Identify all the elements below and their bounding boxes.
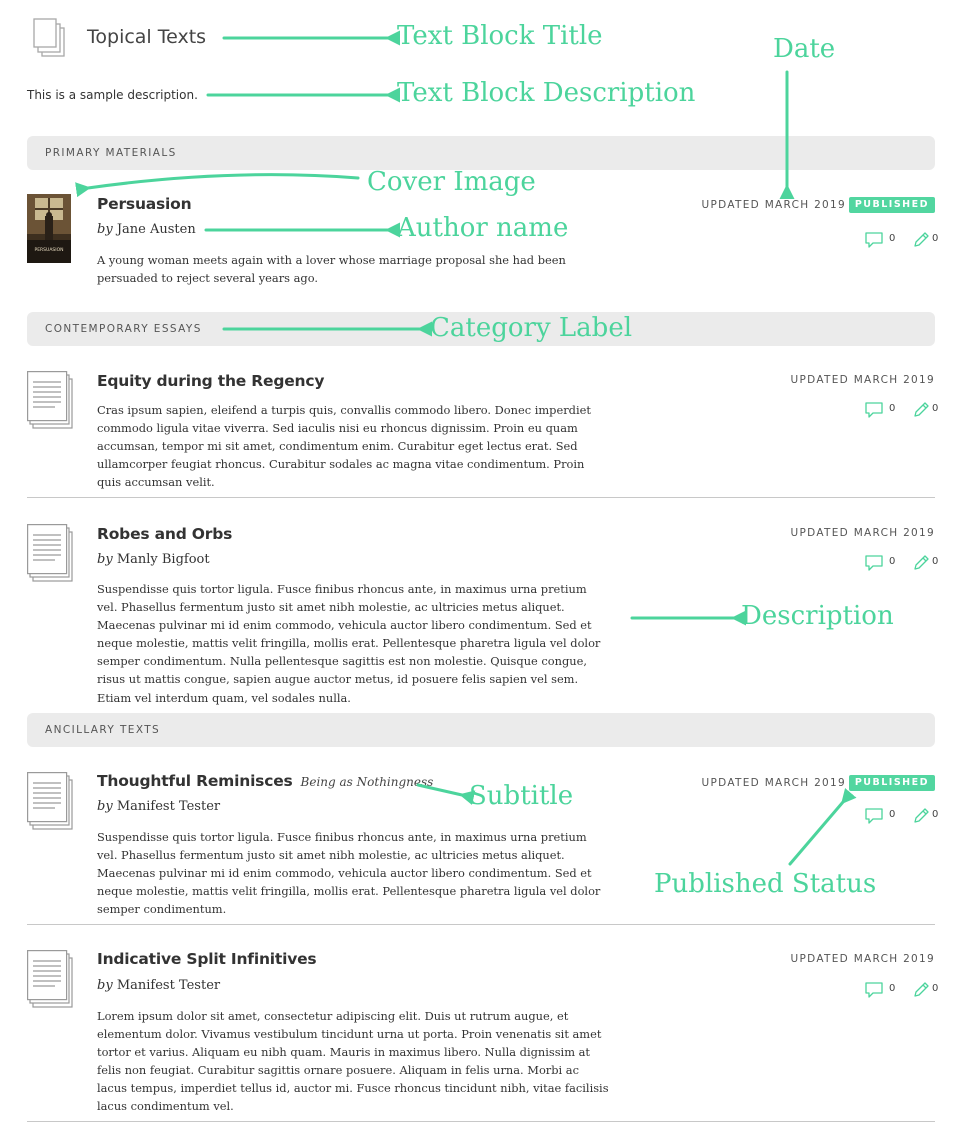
category-label-text: ANCILLARY TEXTS xyxy=(45,724,161,736)
entry-author: by Manifest Tester xyxy=(97,799,220,814)
pencil-icon[interactable] xyxy=(911,400,931,420)
annotation-category-label: Category Label xyxy=(430,313,633,343)
pencil-icon[interactable] xyxy=(911,553,931,573)
entry-description: Suspendisse quis tortor ligula. Fusce fi… xyxy=(97,582,601,705)
category-label-text: PRIMARY MATERIALS xyxy=(45,147,177,159)
author-name: Manly Bigfoot xyxy=(116,552,210,567)
comments-count: 0 xyxy=(889,809,896,820)
divider xyxy=(27,1121,935,1122)
divider xyxy=(27,497,935,498)
speech-bubble-icon[interactable] xyxy=(864,553,884,573)
arrow-cover xyxy=(75,173,360,198)
entry-date: UPDATED MARCH 2019 xyxy=(701,777,846,789)
comments-count: 0 xyxy=(889,403,896,414)
annotations-count: 0 xyxy=(932,233,939,244)
comments-count: 0 xyxy=(889,233,896,244)
entry-description: A young woman meets again with a lover w… xyxy=(97,253,566,286)
speech-bubble-icon[interactable] xyxy=(864,400,884,420)
annotation-published-status: Published Status xyxy=(654,869,877,899)
author-by: by xyxy=(97,222,113,237)
document-icon xyxy=(27,371,73,429)
entry-counts: 0 0 xyxy=(845,553,939,573)
entry-author: by Manly Bigfoot xyxy=(97,552,210,567)
category-label-primary: PRIMARY MATERIALS xyxy=(27,136,935,170)
entry-counts: 0 0 xyxy=(845,400,939,420)
cover-title-text: PERSUASION xyxy=(34,247,63,253)
author-by: by xyxy=(97,978,113,993)
document-icon xyxy=(27,950,73,1008)
entry-title[interactable]: Thoughtful Reminisces xyxy=(97,772,293,790)
entry-subtitle: Being as Nothingness xyxy=(300,775,434,789)
pencil-icon[interactable] xyxy=(911,230,931,250)
published-status-badge: PUBLISHED xyxy=(848,775,935,791)
entry-description: Cras ipsum sapien, eleifend a turpis qui… xyxy=(97,403,591,490)
annotations-count: 0 xyxy=(932,983,939,994)
annotation-description: Description xyxy=(741,601,894,631)
text-block-description: This is a sample description. xyxy=(27,88,198,102)
author-name: Manifest Tester xyxy=(116,799,221,814)
entry-counts: 0 0 xyxy=(845,230,939,250)
document-icon xyxy=(27,524,73,582)
entry-description: Suspendisse quis tortor ligula. Fusce fi… xyxy=(97,830,601,917)
cover-image[interactable]: PERSUASION xyxy=(27,194,71,263)
document-icon xyxy=(27,772,73,830)
text-entry-persuasion[interactable]: PERSUASION Persuasion by Jane Austen A y… xyxy=(27,194,939,304)
annotation-date: Date xyxy=(773,34,836,64)
entry-title[interactable]: Equity during the Regency xyxy=(97,372,324,390)
annotation-author-name: Author name xyxy=(397,213,569,243)
annotation-subtitle: Subtitle xyxy=(469,781,574,811)
speech-bubble-icon[interactable] xyxy=(864,230,884,250)
entry-date: UPDATED MARCH 2019 xyxy=(790,527,935,539)
published-status-badge: PUBLISHED xyxy=(848,197,935,213)
author-name: Manifest Tester xyxy=(116,978,221,993)
text-block-title: Topical Texts xyxy=(87,26,207,48)
entry-date: UPDATED MARCH 2019 xyxy=(790,374,935,386)
author-by: by xyxy=(97,799,113,814)
speech-bubble-icon[interactable] xyxy=(864,980,884,1000)
comments-count: 0 xyxy=(889,556,896,567)
text-entry-equity[interactable]: Equity during the Regency Cras ipsum sap… xyxy=(27,371,939,489)
pencil-icon[interactable] xyxy=(911,806,931,826)
annotation-text-block-description: Text Block Description xyxy=(397,78,696,108)
text-entry-indicative[interactable]: Indicative Split Infinitives by Manifest… xyxy=(27,950,939,1113)
divider xyxy=(27,924,935,925)
stacked-pages-icon xyxy=(33,18,65,57)
author-by: by xyxy=(97,552,113,567)
annotations-count: 0 xyxy=(932,556,939,567)
comments-count: 0 xyxy=(889,983,896,994)
entry-title[interactable]: Robes and Orbs xyxy=(97,525,232,543)
entry-title[interactable]: Persuasion xyxy=(97,195,192,213)
category-label-text: CONTEMPORARY ESSAYS xyxy=(45,323,202,335)
entry-date: UPDATED MARCH 2019 xyxy=(790,953,935,965)
entry-counts: 0 0 xyxy=(845,980,939,1000)
annotations-count: 0 xyxy=(932,809,939,820)
pencil-icon[interactable] xyxy=(911,980,931,1000)
annotations-count: 0 xyxy=(932,403,939,414)
speech-bubble-icon[interactable] xyxy=(864,806,884,826)
entry-date: UPDATED MARCH 2019 xyxy=(701,199,846,211)
entry-counts: 0 0 xyxy=(845,806,939,826)
annotation-cover-image: Cover Image xyxy=(367,167,536,197)
author-name: Jane Austen xyxy=(116,222,196,237)
entry-description: Lorem ipsum dolor sit amet, consectetur … xyxy=(97,1009,609,1114)
entry-title[interactable]: Indicative Split Infinitives xyxy=(97,950,317,968)
entry-author: by Manifest Tester xyxy=(97,978,220,993)
annotation-text-block-title: Text Block Title xyxy=(397,21,603,51)
category-label-ancillary: ANCILLARY TEXTS xyxy=(27,713,935,747)
entry-title-row[interactable]: Thoughtful Reminisces Being as Nothingnes… xyxy=(97,772,433,790)
text-block-header: Topical Texts xyxy=(27,14,427,64)
entry-author: by Jane Austen xyxy=(97,222,196,237)
